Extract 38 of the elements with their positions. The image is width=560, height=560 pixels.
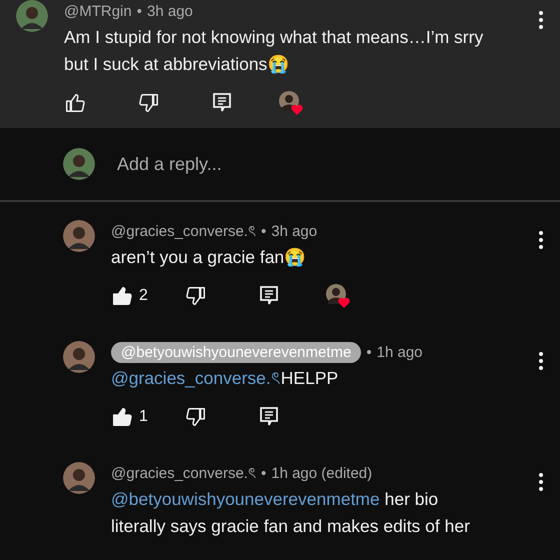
separator-dot: • xyxy=(136,2,142,20)
like-icon[interactable] xyxy=(111,406,133,428)
avatar[interactable] xyxy=(63,462,95,494)
timestamp: 1h ago xyxy=(376,344,423,360)
avatar[interactable] xyxy=(63,148,95,180)
mention-link[interactable]: @betyouwishyouneverevenmetme xyxy=(111,489,380,509)
reply-icon[interactable] xyxy=(212,92,232,114)
like-count: 2 xyxy=(139,287,148,305)
reply-field[interactable]: Add a reply... xyxy=(115,152,499,176)
author-name[interactable]: @gracies_converse.ৎ xyxy=(111,218,256,244)
dislike-icon[interactable] xyxy=(185,285,207,307)
dislike-icon[interactable] xyxy=(185,406,207,428)
reply-icon[interactable] xyxy=(259,406,279,428)
like-icon[interactable] xyxy=(111,285,133,307)
separator-dot: • xyxy=(260,464,266,482)
more-icon[interactable] xyxy=(538,351,544,371)
comment-text: @gracies_converse.ৎHELPP xyxy=(111,367,340,390)
avatar[interactable] xyxy=(63,220,95,252)
author-name[interactable]: @MTRgin xyxy=(64,2,132,20)
separator-dot: • xyxy=(366,344,372,360)
comment-text: @betyouwishyouneverevenmetme her bio literally says gracie fan and makes edits of her xyxy=(111,488,471,538)
comment-text: aren’t you a gracie fan😭 xyxy=(111,246,308,269)
comment-text: Am I stupid for not knowing what that means…I’m srry but I suck at abbreviations😭 xyxy=(64,26,484,76)
reply-icon[interactable] xyxy=(259,285,279,307)
more-icon[interactable] xyxy=(538,230,544,250)
more-icon[interactable] xyxy=(538,10,544,30)
timestamp: 3h ago xyxy=(271,222,318,240)
like-count: 1 xyxy=(139,408,148,426)
mention-link[interactable]: @gracies_converse.ৎ xyxy=(111,368,281,388)
separator-dot: • xyxy=(260,222,266,240)
timestamp: 3h ago xyxy=(147,2,193,20)
more-icon[interactable] xyxy=(538,472,544,492)
avatar[interactable] xyxy=(63,341,95,373)
timestamp: 1h ago (edited) xyxy=(271,464,372,482)
author-name[interactable]: @gracies_converse.ৎ xyxy=(111,460,256,486)
avatar[interactable] xyxy=(16,0,48,32)
like-icon[interactable] xyxy=(64,92,86,114)
dislike-icon[interactable] xyxy=(138,92,160,114)
